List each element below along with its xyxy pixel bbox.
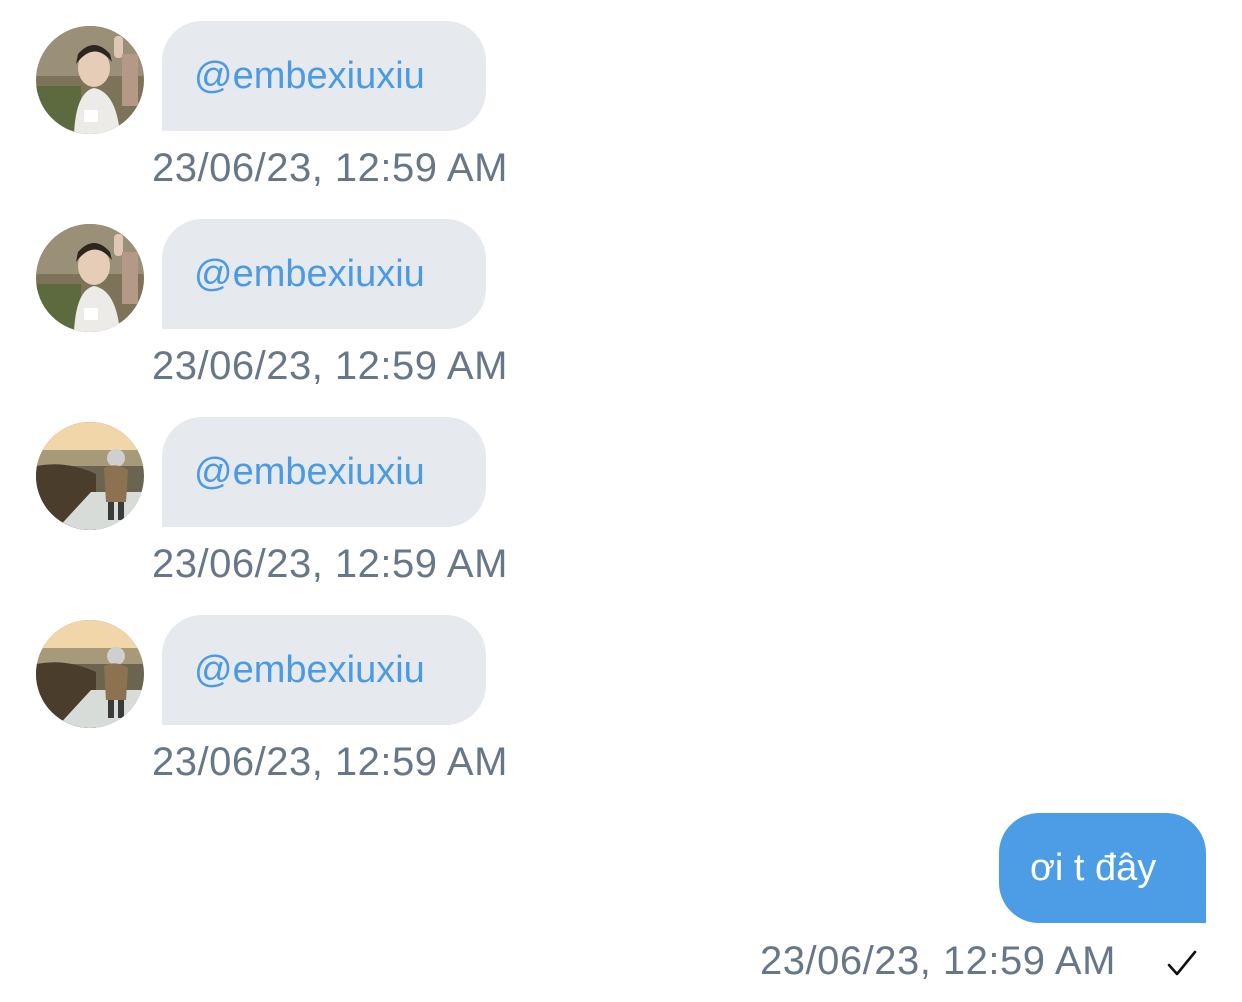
message-row: @embexiuxiu 23/06/23, 12:59 AM [0, 0, 1242, 190]
avatar[interactable] [36, 422, 144, 530]
avatar[interactable] [36, 620, 144, 728]
avatar[interactable] [36, 224, 144, 332]
checkmark-icon [1167, 950, 1197, 976]
avatar[interactable] [36, 26, 144, 134]
outgoing-message-timestamp: 23/06/23, 12:59 AM [760, 939, 1116, 983]
landscape-figure-avatar-icon [36, 620, 144, 728]
mention-link[interactable]: @embexiuxiu [194, 252, 425, 296]
incoming-message-bubble: @embexiuxiu [162, 615, 486, 725]
message-timestamp: 23/06/23, 12:59 AM [152, 740, 508, 784]
incoming-message-bubble: @embexiuxiu [162, 219, 486, 329]
incoming-message-bubble: @embexiuxiu [162, 21, 486, 131]
message-timestamp: 23/06/23, 12:59 AM [152, 542, 508, 586]
person-portrait-avatar-icon [36, 224, 144, 332]
message-row: @embexiuxiu 23/06/23, 12:59 AM [0, 594, 1242, 784]
landscape-figure-avatar-icon [36, 422, 144, 530]
message-timestamp: 23/06/23, 12:59 AM [152, 146, 508, 190]
outgoing-message-bubble: ơi t đây [999, 813, 1206, 923]
message-timestamp: 23/06/23, 12:59 AM [152, 344, 508, 388]
outgoing-message-text: ơi t đây [1030, 847, 1157, 889]
incoming-message-bubble: @embexiuxiu [162, 417, 486, 527]
mention-link[interactable]: @embexiuxiu [194, 450, 425, 494]
message-row: @embexiuxiu 23/06/23, 12:59 AM [0, 198, 1242, 388]
person-portrait-avatar-icon [36, 26, 144, 134]
mention-link[interactable]: @embexiuxiu [194, 54, 425, 98]
mention-link[interactable]: @embexiuxiu [194, 648, 425, 692]
message-row: @embexiuxiu 23/06/23, 12:59 AM [0, 396, 1242, 586]
